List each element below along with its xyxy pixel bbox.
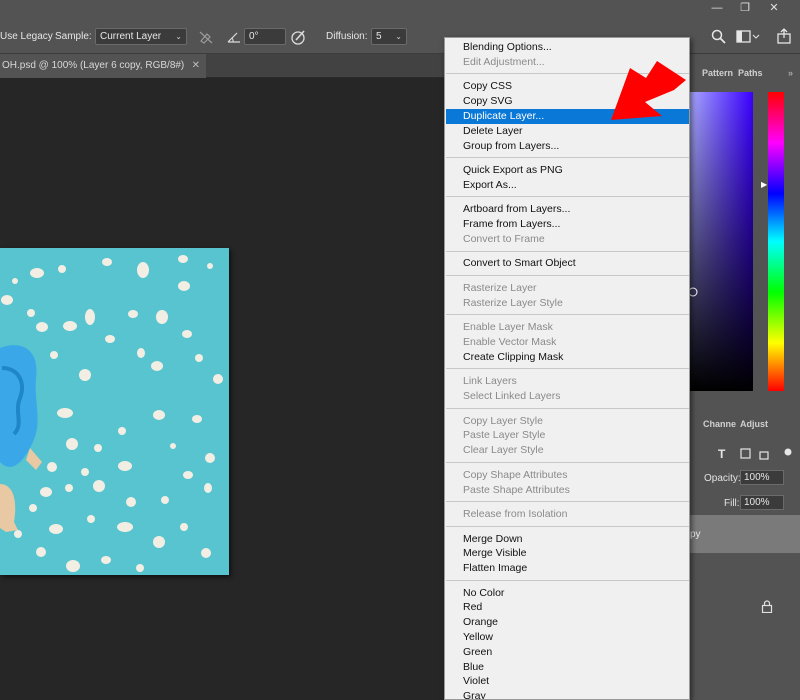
layer-context-menu: Blending Options... Edit Adjustment... Cop… (444, 37, 690, 700)
layer-row-selected[interactable]: py (690, 515, 800, 553)
diffusion-value: 5 (376, 31, 382, 42)
hue-marker-icon[interactable]: ▶ (761, 180, 767, 189)
menu-separator (446, 314, 689, 316)
menu-item-select-linked-layers: Select Linked Layers (463, 390, 561, 403)
angle-value: 0° (249, 31, 259, 42)
filter-toggle-icon (784, 448, 792, 456)
menu-separator (446, 275, 689, 277)
tab-adjustments[interactable]: Adjust (740, 418, 768, 430)
menu-separator (446, 461, 689, 463)
pressure-icon[interactable] (289, 28, 307, 46)
chevron-down-icon: ⌄ (175, 32, 182, 41)
annotation-arrow (611, 61, 686, 120)
menu-item-create-clipping-mask[interactable]: Create Clipping Mask (446, 350, 689, 365)
menu-item-rasterize-layer: Rasterize Layer (463, 281, 537, 294)
transform-icon (740, 448, 751, 459)
menu-item-quick-export-as-png[interactable]: Quick Export as PNG (446, 163, 689, 178)
artboard-icon (759, 451, 769, 460)
menu-item-no-color[interactable]: No Color (446, 586, 689, 601)
menu-item-enable-layer-mask: Enable Layer Mask (463, 321, 553, 334)
arrow-shape (611, 61, 686, 120)
menu-separator (446, 368, 689, 370)
menu-item-link-layers: Link Layers (463, 375, 517, 388)
tab-patterns[interactable]: Pattern (702, 67, 733, 79)
sample-dropdown[interactable]: Current Layer ⌄ (95, 28, 187, 45)
menu-item-frame-from-layers[interactable]: Frame from Layers... (446, 217, 689, 232)
opacity-label: Opacity: (704, 473, 741, 484)
panel-menu-icon[interactable]: » (788, 67, 793, 79)
menu-separator (446, 196, 689, 198)
opacity-input[interactable]: 100% (740, 470, 784, 485)
angle-icon (227, 32, 240, 43)
fill-value: 100% (744, 497, 770, 508)
menu-separator (446, 407, 689, 409)
sample-value: Current Layer (100, 31, 162, 42)
hue-slider[interactable] (768, 92, 784, 391)
tab-paths[interactable]: Paths (738, 67, 763, 79)
angle-input[interactable]: 0° (244, 28, 286, 45)
close-icon[interactable]: ✕ (192, 54, 200, 78)
document-tab[interactable]: OH.psd @ 100% (Layer 6 copy, RGB/8#) ✕ (0, 54, 206, 78)
workspace-icon[interactable] (736, 30, 760, 44)
minimize-icon[interactable]: — (709, 2, 725, 14)
fill-input[interactable]: 100% (740, 495, 784, 510)
layer-name: py (690, 529, 701, 540)
menu-item-group-from-layers[interactable]: Group from Layers... (446, 139, 689, 154)
layers-panel: Channe Adjust T Opacity: 100% Fill: 100% (690, 415, 800, 700)
menu-item-export-as[interactable]: Export As... (446, 178, 689, 193)
menu-item-copy-layer-style: Copy Layer Style (463, 414, 543, 427)
menu-item-rasterize-layer-style: Rasterize Layer Style (463, 296, 563, 309)
photoshop-window: — ❐ ✕ Use Legacy Sample: Current Layer ⌄… (0, 0, 800, 700)
menu-item-green[interactable]: Green (446, 645, 689, 660)
menu-item-blue[interactable]: Blue (446, 660, 689, 675)
lock-icon[interactable] (761, 600, 773, 613)
menu-item-clear-layer-style: Clear Layer Style (463, 444, 544, 457)
menu-item-blending-options[interactable]: Blending Options... (446, 40, 689, 55)
share-icon[interactable] (776, 28, 792, 44)
diffusion-dropdown[interactable]: 5 ⌄ (371, 28, 407, 45)
menu-separator (446, 525, 689, 527)
type-icon: T (718, 447, 726, 461)
close-icon[interactable]: ✕ (766, 2, 782, 14)
menu-separator (446, 501, 689, 503)
menu-item-red[interactable]: Red (446, 600, 689, 615)
menu-separator (446, 579, 689, 581)
menu-item-flatten-image[interactable]: Flatten Image (446, 561, 689, 576)
menu-item-yellow[interactable]: Yellow (446, 630, 689, 645)
color-picker-field[interactable] (690, 92, 753, 391)
layers-toolbar: T (718, 447, 792, 461)
restore-icon[interactable]: ❐ (737, 2, 753, 14)
document-tab-title: OH.psd @ 100% (Layer 6 copy, RGB/8#) (2, 60, 185, 71)
menu-item-enable-vector-mask: Enable Vector Mask (463, 336, 557, 348)
menu-separator (446, 157, 689, 159)
menu-item-convert-to-smart-object[interactable]: Convert to Smart Object (446, 256, 689, 271)
diffusion-label: Diffusion: (326, 31, 368, 42)
menu-item-paste-shape-attributes: Paste Shape Attributes (463, 483, 570, 496)
chevron-down-icon: ⌄ (395, 32, 402, 41)
use-legacy-label[interactable]: Use Legacy (0, 31, 53, 43)
brush-off-icon[interactable] (198, 29, 214, 45)
menu-item-convert-to-frame: Convert to Frame (463, 232, 545, 245)
menu-separator (446, 250, 689, 252)
menu-item-artboard-from-layers[interactable]: Artboard from Layers... (446, 202, 689, 217)
menu-item-orange[interactable]: Orange (446, 615, 689, 630)
menu-item-paste-layer-style: Paste Layer Style (463, 429, 546, 442)
fill-label: Fill: (724, 498, 740, 509)
menu-item-merge-down[interactable]: Merge Down (446, 532, 689, 547)
menu-item-release-from-isolation: Release from Isolation (463, 508, 568, 520)
pills-photo (0, 255, 223, 572)
sample-label: Sample: (55, 31, 92, 42)
photo-layer (0, 248, 229, 575)
menu-item-violet[interactable]: Violet (446, 674, 689, 689)
menu-item-merge-visible[interactable]: Merge Visible (446, 546, 689, 561)
tab-channels[interactable]: Channe (703, 418, 736, 430)
menu-item-delete-layer[interactable]: Delete Layer (446, 124, 689, 139)
opacity-value: 100% (744, 472, 770, 483)
menu-item-copy-shape-attributes: Copy Shape Attributes (463, 468, 568, 481)
search-icon[interactable] (711, 29, 726, 44)
menu-item-gray[interactable]: Gray (446, 689, 689, 699)
